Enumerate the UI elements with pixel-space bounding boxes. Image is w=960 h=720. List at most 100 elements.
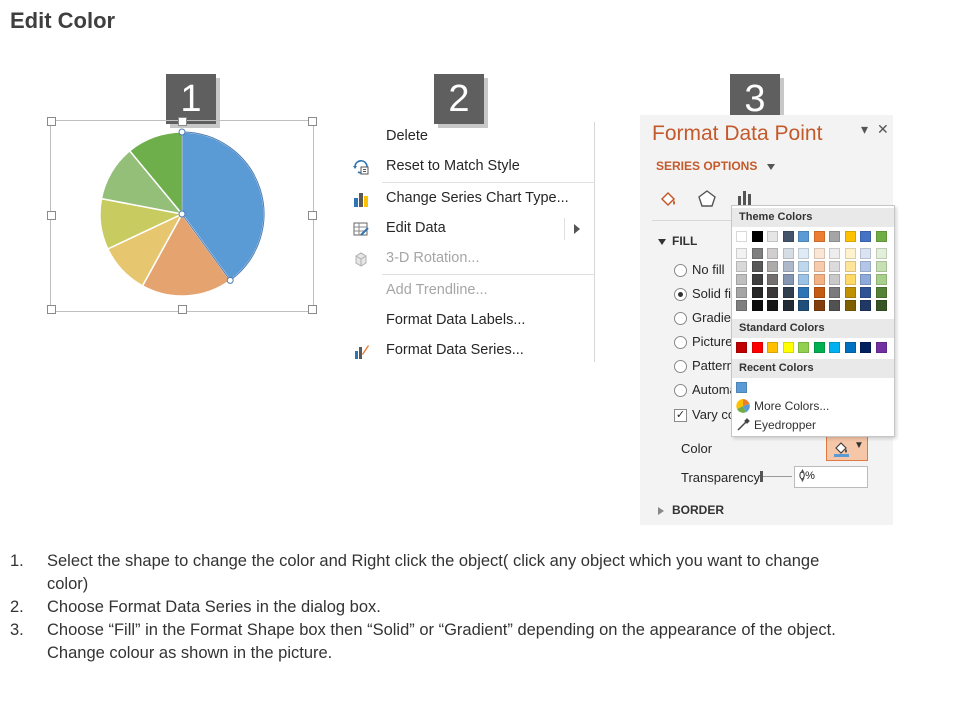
- picture-fill-radio[interactable]: Picture: [674, 334, 732, 350]
- menu-item-format-data-labels[interactable]: Format Data Labels...: [346, 306, 594, 336]
- color-swatch[interactable]: [767, 261, 778, 272]
- resize-handle-left[interactable]: [47, 211, 56, 220]
- color-swatch[interactable]: [782, 248, 794, 259]
- color-swatch[interactable]: [751, 231, 763, 242]
- color-swatch[interactable]: [751, 287, 763, 298]
- standard-color-swatch[interactable]: [767, 342, 778, 353]
- color-swatch[interactable]: [875, 231, 887, 242]
- color-swatch[interactable]: [767, 231, 778, 242]
- color-swatch[interactable]: [829, 261, 840, 272]
- pane-options-chevron-icon[interactable]: ▾: [861, 121, 868, 138]
- color-swatch[interactable]: [751, 300, 763, 311]
- standard-color-swatch[interactable]: [875, 342, 887, 353]
- transparency-slider-thumb[interactable]: [760, 471, 763, 482]
- effects-tab-icon[interactable]: [696, 188, 718, 210]
- color-swatch[interactable]: [860, 274, 871, 285]
- fill-section-header[interactable]: FILL: [658, 234, 697, 248]
- standard-color-swatch[interactable]: [860, 342, 871, 353]
- close-icon[interactable]: ✕: [877, 121, 889, 138]
- color-swatch[interactable]: [798, 274, 809, 285]
- standard-color-swatch[interactable]: [813, 342, 825, 353]
- resize-handle-bottom-left[interactable]: [47, 305, 56, 314]
- color-swatch[interactable]: [782, 261, 794, 272]
- solid-fill-radio[interactable]: Solid fi: [674, 286, 731, 302]
- color-swatch[interactable]: [844, 231, 856, 242]
- pattern-fill-radio[interactable]: Pattern: [674, 358, 734, 374]
- color-swatch[interactable]: [813, 261, 825, 272]
- recent-color-swatch[interactable]: [736, 382, 747, 393]
- menu-item-delete[interactable]: Delete: [346, 122, 594, 152]
- color-swatch[interactable]: [860, 300, 871, 311]
- color-swatch[interactable]: [798, 300, 809, 311]
- color-swatch[interactable]: [767, 274, 778, 285]
- color-swatch[interactable]: [813, 231, 825, 242]
- color-swatch[interactable]: [798, 261, 809, 272]
- color-swatch[interactable]: [813, 274, 825, 285]
- color-swatch[interactable]: [844, 248, 856, 259]
- color-swatch[interactable]: [751, 261, 763, 272]
- series-options-dropdown[interactable]: SERIES OPTIONS: [656, 159, 781, 173]
- transparency-input[interactable]: 0% ▲ ▼: [794, 466, 868, 488]
- color-swatch[interactable]: [782, 300, 794, 311]
- color-swatch[interactable]: [751, 274, 763, 285]
- slice-selection-handle[interactable]: [226, 276, 234, 284]
- color-swatch[interactable]: [844, 261, 856, 272]
- color-swatch[interactable]: [844, 300, 856, 311]
- color-swatch[interactable]: [767, 287, 778, 298]
- color-swatch[interactable]: [751, 248, 763, 259]
- color-swatch[interactable]: [813, 300, 825, 311]
- color-swatch[interactable]: [829, 300, 840, 311]
- color-swatch[interactable]: [813, 248, 825, 259]
- color-swatch[interactable]: [813, 287, 825, 298]
- standard-color-swatch[interactable]: [782, 342, 794, 353]
- menu-item-reset-style[interactable]: Reset to Match Style: [346, 152, 594, 182]
- fill-line-tab-icon[interactable]: [658, 188, 680, 210]
- color-swatch[interactable]: [736, 287, 747, 298]
- automatic-fill-radio[interactable]: Automa: [674, 382, 737, 398]
- spin-up-icon[interactable]: ▲: [799, 468, 864, 475]
- color-swatch[interactable]: [860, 261, 871, 272]
- color-swatch[interactable]: [798, 287, 809, 298]
- color-swatch[interactable]: [829, 287, 840, 298]
- slice-selection-handle[interactable]: [178, 210, 186, 218]
- color-swatch[interactable]: [767, 248, 778, 259]
- color-swatch[interactable]: [782, 287, 794, 298]
- menu-item-edit-data[interactable]: Edit Data: [346, 214, 594, 244]
- color-swatch[interactable]: [736, 261, 747, 272]
- slice-selection-handle[interactable]: [178, 128, 186, 136]
- color-swatch[interactable]: [782, 231, 794, 242]
- pie-chart[interactable]: [90, 122, 274, 306]
- menu-item-format-data-series[interactable]: Format Data Series...: [346, 336, 594, 366]
- color-swatch[interactable]: [767, 300, 778, 311]
- color-swatch[interactable]: [736, 248, 747, 259]
- no-fill-radio[interactable]: No fill: [674, 262, 725, 278]
- color-swatch[interactable]: [860, 248, 871, 259]
- color-swatch[interactable]: [844, 287, 856, 298]
- color-swatch[interactable]: [736, 274, 747, 285]
- color-swatch[interactable]: [829, 274, 840, 285]
- vary-colors-checkbox[interactable]: ✓ Vary co: [674, 407, 735, 423]
- color-swatch[interactable]: [829, 248, 840, 259]
- color-swatch[interactable]: [860, 231, 871, 242]
- standard-color-swatch[interactable]: [829, 342, 840, 353]
- more-colors-link[interactable]: More Colors...: [754, 399, 829, 413]
- menu-item-change-chart-type[interactable]: Change Series Chart Type...: [346, 184, 594, 214]
- fill-color-button[interactable]: ▼: [826, 435, 868, 461]
- resize-handle-bottom[interactable]: [178, 305, 187, 314]
- spin-down-icon[interactable]: ▼: [799, 477, 864, 484]
- color-swatch[interactable]: [860, 287, 871, 298]
- resize-handle-top-right[interactable]: [308, 117, 317, 126]
- resize-handle-bottom-right[interactable]: [308, 305, 317, 314]
- eyedropper-link[interactable]: Eyedropper: [754, 418, 816, 432]
- standard-color-swatch[interactable]: [736, 342, 747, 353]
- color-swatch[interactable]: [736, 300, 747, 311]
- color-swatch[interactable]: [875, 300, 887, 311]
- gradient-fill-radio[interactable]: Gradier: [674, 310, 735, 326]
- color-swatch[interactable]: [875, 261, 887, 272]
- standard-color-swatch[interactable]: [751, 342, 763, 353]
- color-swatch[interactable]: [875, 287, 887, 298]
- color-swatch[interactable]: [736, 231, 747, 242]
- color-swatch[interactable]: [875, 274, 887, 285]
- color-swatch[interactable]: [829, 231, 840, 242]
- standard-color-swatch[interactable]: [798, 342, 809, 353]
